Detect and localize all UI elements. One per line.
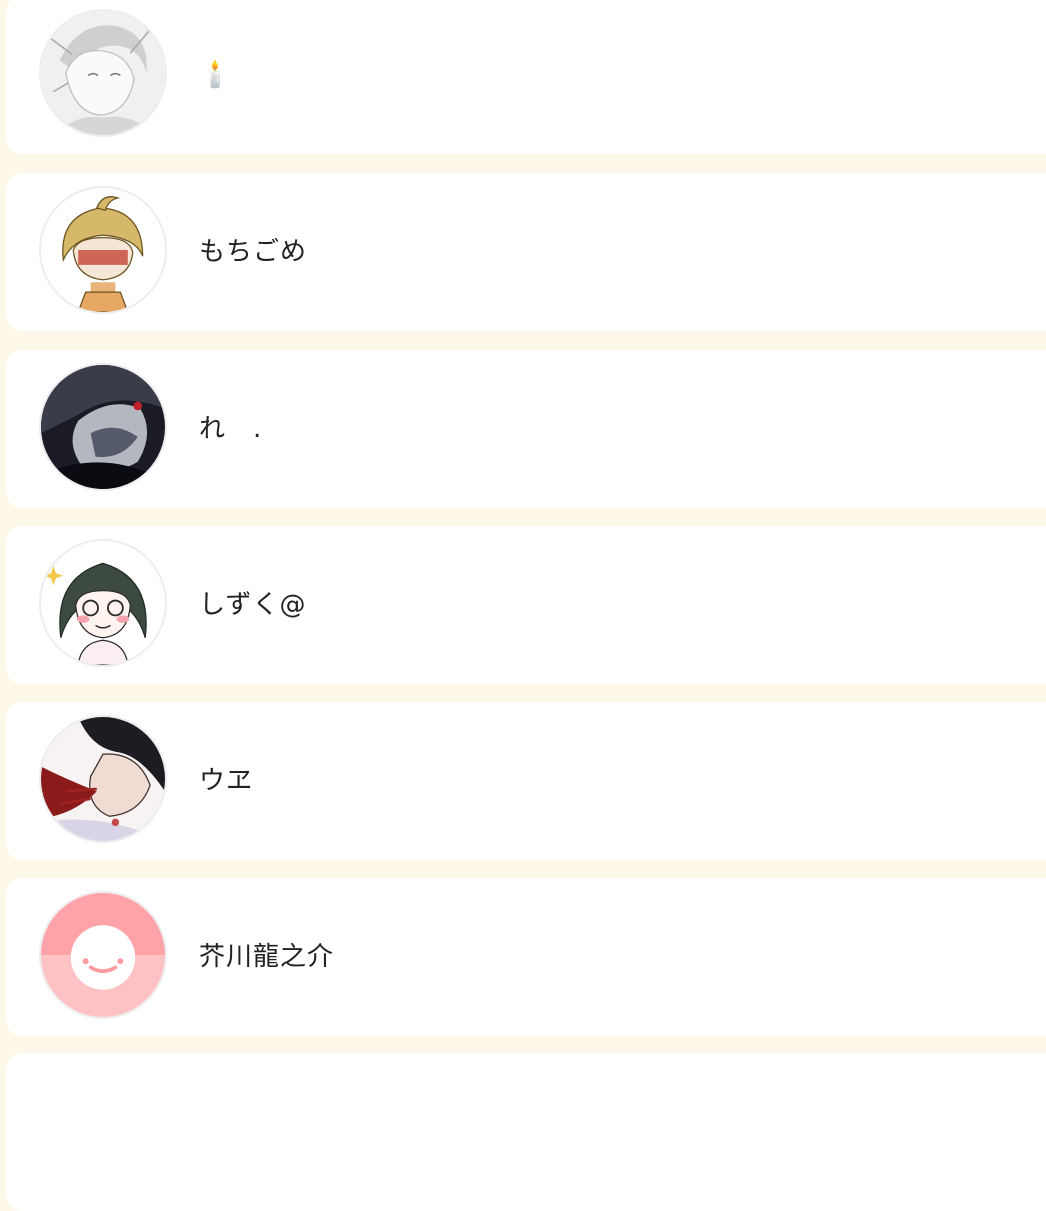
list-item[interactable]: もちごめ <box>6 173 1046 331</box>
list-item[interactable] <box>6 1053 1046 1211</box>
user-name: もちごめ <box>199 237 308 267</box>
user-name: 芥川龍之介 <box>199 942 335 972</box>
list-item[interactable]: 芥川龍之介 <box>6 878 1046 1036</box>
avatar[interactable] <box>39 363 167 491</box>
user-list: 🕯️ もちごめ れ . しずく@ ウヱ 芥川龍之介 <box>0 0 1046 1211</box>
list-item[interactable]: ウヱ <box>6 702 1046 860</box>
user-name: しずく@ <box>199 590 307 620</box>
list-item[interactable]: 🕯️ <box>6 0 1046 154</box>
avatar[interactable] <box>39 891 167 1019</box>
user-name: ウヱ <box>199 766 254 796</box>
avatar[interactable] <box>39 715 167 843</box>
user-name: れ . <box>199 414 263 444</box>
avatar[interactable] <box>39 186 167 314</box>
list-item[interactable]: しずく@ <box>6 526 1046 684</box>
list-item[interactable]: れ . <box>6 350 1046 508</box>
avatar[interactable] <box>39 539 167 667</box>
user-name: 🕯️ <box>199 60 233 90</box>
avatar[interactable] <box>39 9 167 137</box>
